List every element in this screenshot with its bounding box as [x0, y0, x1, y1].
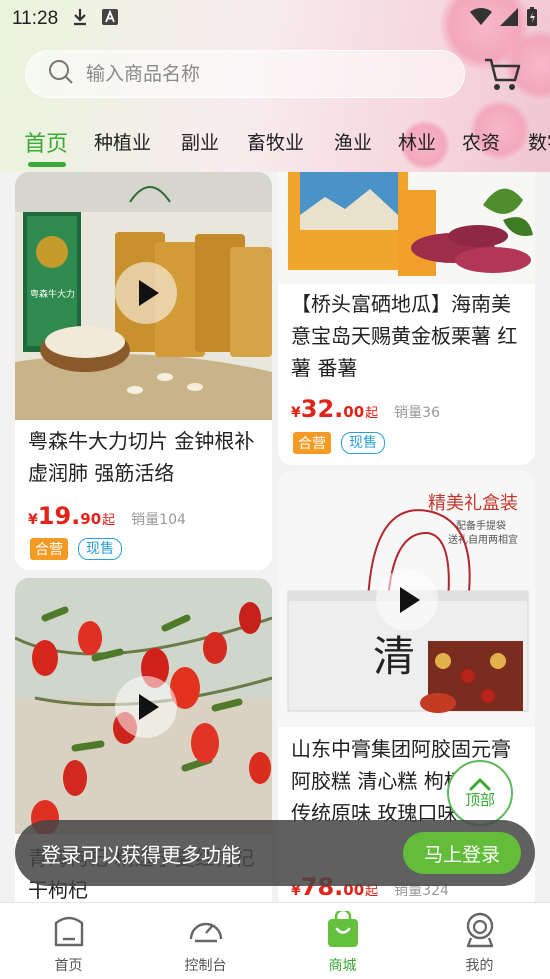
gift-banner-sub: 送礼自用两相宜 — [448, 533, 518, 546]
product-image: 精美礼盒装 配备手提袋 送礼自用两相宜 清 — [278, 471, 535, 727]
back-to-top-button[interactable]: 顶部 — [447, 760, 513, 826]
back-to-top-label: 顶部 — [464, 790, 495, 809]
gift-banner: 精美礼盒装 — [428, 493, 518, 514]
login-now-button[interactable]: 马上登录 — [403, 832, 521, 874]
status-time: 11:28 — [12, 8, 59, 29]
box-calligraphy: 清 — [373, 632, 415, 681]
battery-icon — [526, 7, 538, 31]
product-title: 粤森牛大力切片 金钟根补虚润肺 强筋活络 — [28, 429, 255, 485]
product-image — [278, 172, 535, 284]
price-row: ¥19. 90 起 销量104 — [28, 502, 186, 530]
play-video-button[interactable] — [115, 676, 177, 738]
tab-forestry[interactable]: 林业 — [398, 128, 436, 155]
keyboard-a-icon — [102, 9, 119, 29]
tab-sideline[interactable]: 副业 — [181, 128, 219, 155]
product-price: ¥19. 90 起 — [28, 502, 116, 530]
nav-mine[interactable]: 我的 — [411, 903, 548, 979]
tab-home[interactable]: 首页 — [24, 126, 68, 158]
signal-icon — [500, 8, 518, 30]
nav-mine-label: 我的 — [465, 958, 494, 974]
status-bar: 11:28 — [0, 0, 550, 38]
nav-home[interactable]: 首页 — [0, 903, 137, 979]
package-label: 粤森牛大力 — [30, 288, 75, 300]
home-icon — [54, 916, 83, 947]
active-tab-indicator — [28, 162, 66, 167]
play-video-button[interactable] — [115, 262, 177, 324]
product-image: 粤森牛大力 — [15, 172, 272, 420]
tab-agri-supplies[interactable]: 农资 — [462, 128, 500, 155]
play-video-button[interactable] — [376, 569, 438, 631]
nav-console-label: 控制台 — [184, 958, 227, 974]
sales-count: 销量36 — [394, 405, 440, 421]
login-prompt-text: 登录可以获得更多功能 — [41, 842, 241, 867]
category-tabs: 首页 种植业 副业 畜牧业 渔业 林业 农资 数字 — [0, 118, 550, 170]
tab-digital[interactable]: 数字 — [528, 128, 550, 155]
download-icon — [72, 8, 88, 30]
nav-console[interactable]: 控制台 — [137, 903, 274, 979]
gift-banner-sub: 配备手提袋 — [456, 519, 506, 532]
tab-livestock[interactable]: 畜牧业 — [247, 128, 304, 155]
in-stock-badge: 现售 — [78, 538, 122, 560]
product-image — [15, 578, 272, 834]
profile-robot-icon — [466, 912, 493, 948]
joint-operation-badge: 合营 — [30, 538, 68, 560]
header: 11:28 首页 种植业 — [0, 0, 550, 172]
in-stock-badge: 现售 — [341, 432, 385, 454]
badge-row: 合营 现售 — [293, 432, 385, 454]
wifi-icon — [470, 7, 492, 30]
tab-fishery[interactable]: 渔业 — [334, 128, 372, 155]
product-card[interactable]: 粤森牛大力 粤森牛大力切片 金钟根补虚润肺 强筋活络 ¥19. 90 起 销量104 — [15, 172, 272, 570]
price-row: ¥32. 00 起 销量36 — [291, 395, 440, 423]
cart-icon — [485, 58, 521, 90]
badge-row: 合营 现售 — [30, 538, 122, 560]
product-price: ¥32. 00 起 — [291, 395, 379, 423]
search-icon — [48, 59, 74, 89]
product-card[interactable]: 【桥头富硒地瓜】海南美意宝岛天赐黄金板栗薯 红薯 番薯 ¥32. 00 起 销量36… — [278, 172, 535, 465]
joint-operation-badge: 合营 — [293, 432, 331, 454]
nav-mall-label: 商城 — [328, 958, 357, 974]
nav-home-label: 首页 — [54, 958, 83, 974]
sales-count: 销量104 — [131, 512, 186, 528]
shopping-bag-icon — [327, 911, 358, 947]
search-box[interactable] — [25, 50, 465, 98]
login-prompt-bar: 登录可以获得更多功能 马上登录 — [15, 820, 535, 886]
product-title: 【桥头富硒地瓜】海南美意宝岛天赐黄金板栗薯 红薯 番薯 — [291, 292, 518, 380]
cart-button[interactable] — [482, 54, 522, 94]
bottom-nav: 首页 控制台 商城 我的 — [0, 902, 550, 979]
dashboard-gauge-icon — [189, 922, 222, 943]
tab-planting[interactable]: 种植业 — [94, 128, 151, 155]
nav-mall[interactable]: 商城 — [274, 903, 411, 979]
search-input[interactable] — [86, 63, 426, 85]
